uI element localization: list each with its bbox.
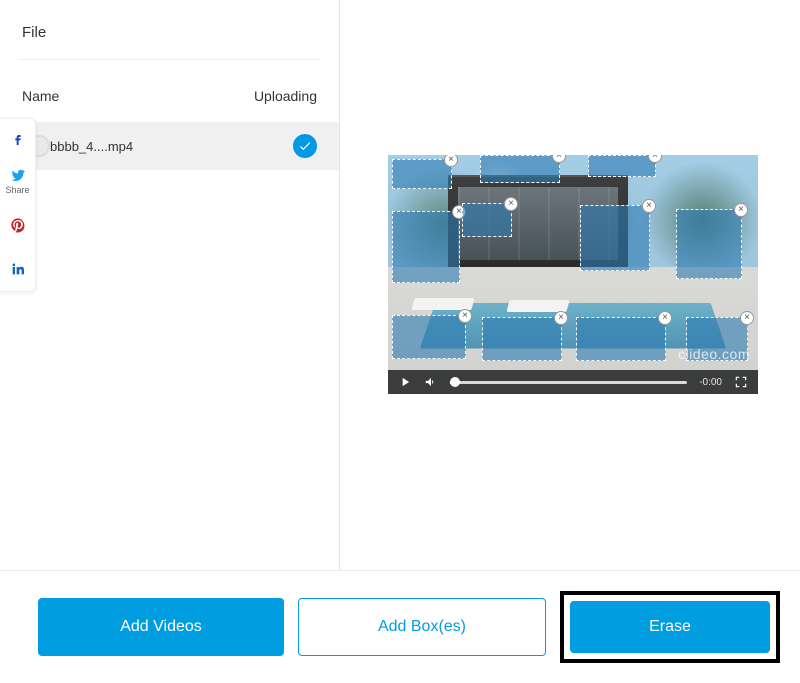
selection-box[interactable]: ×: [482, 317, 562, 361]
upload-complete-icon: [293, 134, 317, 158]
selection-box[interactable]: ×: [576, 317, 666, 361]
time-remaining: -0:00: [699, 377, 722, 388]
share-label: Share: [5, 185, 29, 195]
app-frame: File Name Uploading bbbb_4....mp4: [0, 0, 800, 570]
file-row[interactable]: bbbb_4....mp4: [0, 122, 339, 170]
erase-button[interactable]: Erase: [570, 601, 770, 653]
close-icon[interactable]: ×: [734, 203, 748, 217]
left-panel: File Name Uploading bbbb_4....mp4: [0, 0, 340, 570]
selection-box[interactable]: ×: [480, 155, 560, 183]
col-uploading: Uploading: [254, 88, 317, 104]
close-icon[interactable]: ×: [554, 311, 568, 325]
close-icon[interactable]: ×: [740, 311, 754, 325]
close-icon[interactable]: ×: [458, 309, 472, 323]
share-facebook[interactable]: [0, 119, 36, 159]
video-preview-wrap: × × × × × × × × × × × clideo.com: [388, 155, 758, 394]
play-icon[interactable]: [398, 375, 412, 389]
seek-knob[interactable]: [450, 377, 460, 387]
close-icon[interactable]: ×: [658, 311, 672, 325]
selection-box[interactable]: ×: [462, 203, 512, 237]
selection-box[interactable]: ×: [580, 205, 650, 271]
selection-box[interactable]: ×: [392, 211, 460, 283]
share-linkedin[interactable]: [0, 247, 36, 291]
erase-highlight-frame: Erase: [560, 591, 780, 663]
close-icon[interactable]: ×: [504, 197, 518, 211]
watermark-text: clideo.com: [678, 346, 750, 362]
panel-title: File: [0, 0, 339, 59]
file-name: bbbb_4....mp4: [50, 139, 133, 154]
selection-box[interactable]: ×: [392, 159, 452, 189]
selection-box[interactable]: ×: [588, 155, 656, 177]
seek-track[interactable]: [450, 381, 687, 384]
right-panel: × × × × × × × × × × × clideo.com: [340, 0, 800, 570]
share-pinterest[interactable]: [0, 203, 36, 247]
add-boxes-button[interactable]: Add Box(es): [298, 598, 546, 656]
add-videos-button[interactable]: Add Videos: [38, 598, 284, 656]
bottom-action-bar: Add Videos Add Box(es) Erase: [0, 570, 800, 683]
file-columns-header: Name Uploading: [0, 60, 339, 122]
social-share-rail: Share: [0, 118, 36, 292]
volume-icon[interactable]: [424, 375, 438, 389]
share-twitter[interactable]: Share: [0, 159, 36, 203]
selection-box[interactable]: ×: [392, 315, 466, 359]
player-controls: -0:00: [388, 370, 758, 394]
col-name: Name: [22, 88, 59, 104]
fullscreen-icon[interactable]: [734, 375, 748, 389]
selection-box[interactable]: ×: [676, 209, 742, 279]
close-icon[interactable]: ×: [642, 199, 656, 213]
video-preview[interactable]: × × × × × × × × × × × clideo.com: [388, 155, 758, 370]
